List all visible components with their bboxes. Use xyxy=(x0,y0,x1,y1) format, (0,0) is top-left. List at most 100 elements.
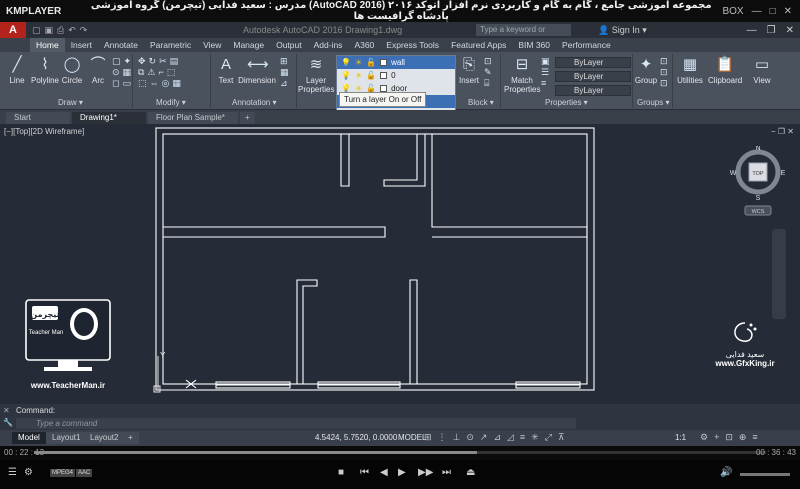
drafting-toggle-icons[interactable]: ⊞⋮⊥⊙↗⊿◿≡✳⤢⊼ xyxy=(424,432,571,443)
new-tab-button[interactable]: + xyxy=(240,112,255,124)
panel-label-groups[interactable]: Groups ▾ xyxy=(637,98,669,107)
tab-layout1[interactable]: Layout1 xyxy=(46,432,87,444)
panel-label-properties[interactable]: Properties ▾ xyxy=(545,98,588,107)
groups-mini-icons[interactable]: ⊡ ⊡ ⊡ xyxy=(660,56,671,89)
annotation-mini-icons[interactable]: ⊞ ▦ ⊿ xyxy=(280,56,292,89)
sun-icon[interactable]: ☀ xyxy=(355,58,362,67)
tab-performance[interactable]: Performance xyxy=(556,38,617,52)
line-tool[interactable]: ╱ Line xyxy=(6,56,28,85)
layer-color-swatch[interactable] xyxy=(380,85,388,92)
player-box-label[interactable]: BOX xyxy=(722,6,743,17)
lightbulb-icon[interactable]: 💡 xyxy=(341,71,351,80)
close-icon[interactable]: ✕ xyxy=(3,406,10,415)
panel-label-modify[interactable]: Modify ▾ xyxy=(156,98,186,107)
tab-output[interactable]: Output xyxy=(270,38,308,52)
tab-layout2[interactable]: Layout2 xyxy=(84,432,125,444)
viewcube[interactable]: TOP N S W E WCS xyxy=(728,145,788,226)
restore-icon[interactable]: ❐ xyxy=(767,25,776,36)
search-input[interactable]: Type a keyword or phrase xyxy=(476,24,571,46)
draw-mini-icons[interactable]: ▢✦ ⊙▦ ◻▭ xyxy=(112,56,134,89)
group-tool[interactable]: ✦ Group xyxy=(634,56,658,85)
polyline-tool[interactable]: ⌇ Polyline xyxy=(30,56,60,85)
minimize-icon[interactable]: — xyxy=(747,25,757,36)
panel-label-block[interactable]: Block ▾ xyxy=(468,98,494,107)
linetype-dropdown[interactable]: ByLayer xyxy=(555,85,631,96)
file-tab-drawing1[interactable]: Drawing1* xyxy=(72,112,146,124)
maximize-icon[interactable]: □ xyxy=(770,6,776,17)
model-space-toggle[interactable]: MODEL xyxy=(398,433,426,442)
tab-a360[interactable]: A360 xyxy=(348,38,380,52)
layer-properties-tool[interactable]: ≋ Layer Properties xyxy=(298,56,334,94)
tab-insert[interactable]: Insert xyxy=(65,38,98,52)
lightbulb-icon[interactable]: 💡 xyxy=(341,58,351,67)
tab-annotate[interactable]: Annotate xyxy=(98,38,144,52)
play-icon[interactable]: ▶ xyxy=(398,467,406,478)
layer-color-swatch[interactable] xyxy=(380,59,388,66)
volume-slider[interactable] xyxy=(740,473,790,476)
volume-icon[interactable]: 🔊 xyxy=(720,467,732,478)
rewind-icon[interactable]: ◀ xyxy=(380,467,388,478)
layer-item-0[interactable]: 💡 ☀ 🔓 0 xyxy=(337,69,455,82)
player-window-title: مجموعه آموزشی جامع ، گام به گام و کاربرد… xyxy=(90,0,712,22)
viewcube-graphic[interactable]: TOP N S W E WCS xyxy=(728,145,788,226)
modify-mini-icons[interactable]: ✥↻✂▤ ⧉⚠⌐⬚ ⬚⇔◎▦ xyxy=(138,56,184,89)
floor-plan[interactable]: Y xyxy=(0,124,800,404)
player-logo[interactable]: KMPLAYER xyxy=(0,6,80,17)
settings-icon[interactable]: ⚙ xyxy=(24,467,33,478)
panel-label-annotation[interactable]: Annotation ▾ xyxy=(232,98,277,107)
next-icon[interactable]: ⏭ xyxy=(442,467,451,478)
annotation-scale[interactable]: 1:1 xyxy=(675,433,686,442)
wrench-icon[interactable]: 🔧 xyxy=(3,418,13,427)
tab-home[interactable]: Home xyxy=(30,38,65,52)
stop-icon[interactable]: ■ xyxy=(338,467,344,478)
quick-access-icons[interactable]: ▢▣⎙↶↷ xyxy=(32,25,91,36)
arc-tool[interactable]: ⌒ Arc xyxy=(88,56,108,85)
tab-manage[interactable]: Manage xyxy=(227,38,270,52)
arc-label: Arc xyxy=(92,76,104,85)
circle-tool[interactable]: ◯ Circle xyxy=(60,56,84,85)
insert-tool[interactable]: ⎘ Insert xyxy=(458,56,480,85)
eject-icon[interactable]: ⏏ xyxy=(466,467,475,478)
tab-add-ins[interactable]: Add-ins xyxy=(308,38,349,52)
property-mini-icons[interactable]: ▣ ☰ ≡ xyxy=(541,56,553,88)
divider xyxy=(500,54,501,108)
match-properties-tool[interactable]: ⊟ Match Properties xyxy=(504,56,540,94)
previous-icon[interactable]: ⏮ xyxy=(360,467,369,478)
close-icon[interactable]: ✕ xyxy=(786,25,794,36)
tab-featured-apps[interactable]: Featured Apps xyxy=(445,38,512,52)
application-menu-button[interactable]: A xyxy=(0,22,26,38)
tab-bim-360[interactable]: BIM 360 xyxy=(512,38,556,52)
menu-icon[interactable]: ☰ xyxy=(8,467,17,478)
color-dropdown[interactable]: ByLayer xyxy=(555,57,631,68)
tab-view[interactable]: View xyxy=(197,38,227,52)
layer-item-wall[interactable]: 💡 ☀ 🔓 wall xyxy=(337,56,455,69)
lineweight-dropdown[interactable]: ByLayer xyxy=(555,71,631,82)
add-layout-button[interactable]: + xyxy=(122,432,139,444)
tab-parametric[interactable]: Parametric xyxy=(144,38,197,52)
dimension-tool[interactable]: ⟷ Dimension xyxy=(238,56,276,85)
polyline-icon: ⌇ xyxy=(41,56,49,73)
tab-express-tools[interactable]: Express Tools xyxy=(380,38,445,52)
lock-icon[interactable]: 🔓 xyxy=(366,71,376,80)
sun-icon[interactable]: ☀ xyxy=(355,71,362,80)
seek-bar[interactable] xyxy=(34,451,766,454)
drawing-canvas[interactable]: [−][Top][2D Wireframe] − ❐ ✕ Y TOP N S W… xyxy=(0,124,800,404)
lock-icon[interactable]: 🔓 xyxy=(366,58,376,67)
close-icon[interactable]: ✕ xyxy=(784,6,792,17)
clipboard-tool[interactable]: 📋 Clipboard xyxy=(708,56,742,85)
minimize-icon[interactable]: — xyxy=(752,6,762,17)
block-mini-icons[interactable]: ⊡ ✎ ⌸ xyxy=(484,56,495,89)
panel-label-draw[interactable]: Draw ▾ xyxy=(58,98,83,107)
sign-in-link[interactable]: 👤 Sign In ▾ xyxy=(598,25,647,36)
forward-icon[interactable]: ▶▶ xyxy=(418,467,433,478)
status-right-icons[interactable]: ⚙+⊡⊕≡ xyxy=(700,432,764,443)
command-input[interactable]: Type a command xyxy=(16,418,576,429)
file-tab-start[interactable]: Start xyxy=(6,112,70,124)
utilities-tool[interactable]: ▦ Utilities xyxy=(674,56,706,85)
text-tool[interactable]: A Text xyxy=(216,56,236,85)
layer-color-swatch[interactable] xyxy=(380,72,388,79)
tab-model[interactable]: Model xyxy=(12,432,46,444)
navigation-bar[interactable] xyxy=(772,229,786,319)
view-tool[interactable]: ▭ View xyxy=(748,56,776,85)
file-tab-floor-plan[interactable]: Floor Plan Sample* xyxy=(148,112,238,124)
